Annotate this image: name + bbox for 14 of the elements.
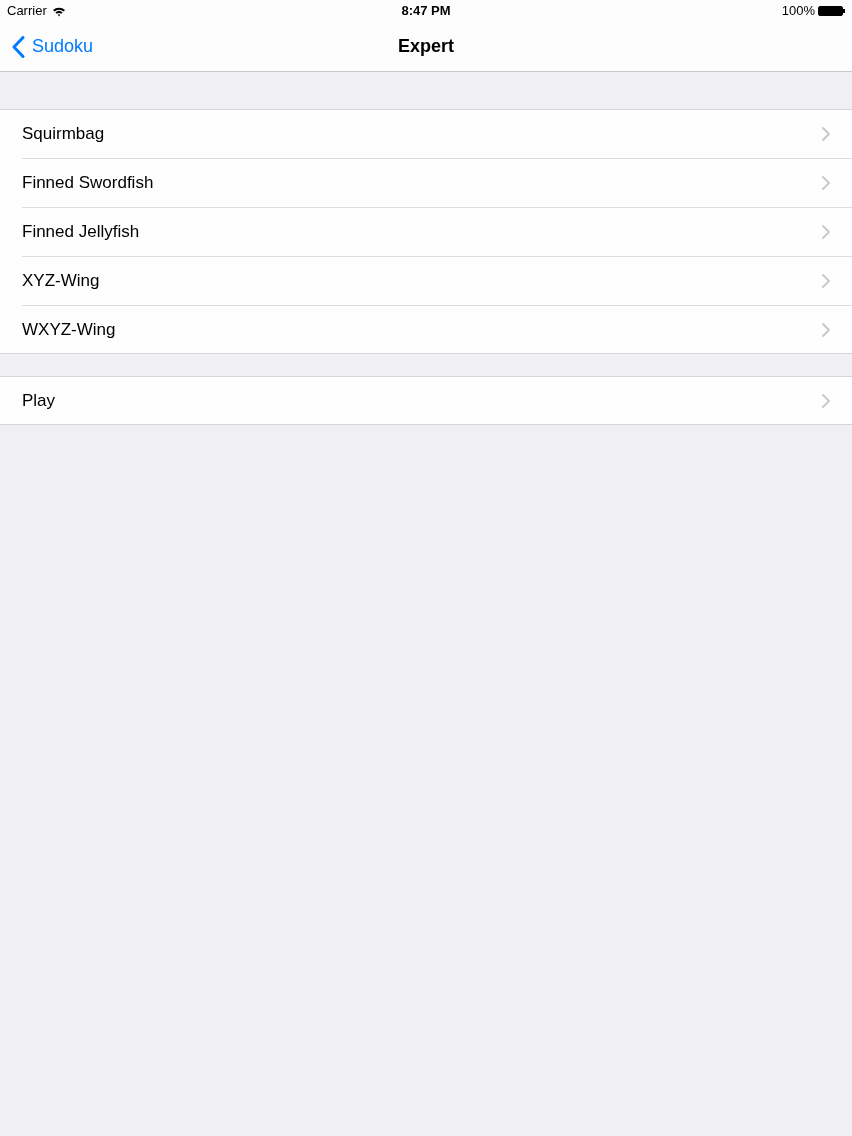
battery-icon [818,6,845,16]
chevron-icon [822,176,830,190]
wifi-icon [51,5,66,17]
chevron-icon [822,274,830,288]
back-button[interactable]: Sudoku [10,35,96,58]
battery-percentage: 100% [781,3,815,19]
chevron-icon [822,127,830,141]
chevron-icon [822,225,830,239]
carrier-label: Carrier [7,3,47,19]
back-chevron-icon [12,35,25,58]
chevron-icon [822,322,830,337]
screen-title: Expert [398,36,454,57]
status-time: 8:47 PM [401,3,451,19]
chevron-icon [822,393,830,408]
